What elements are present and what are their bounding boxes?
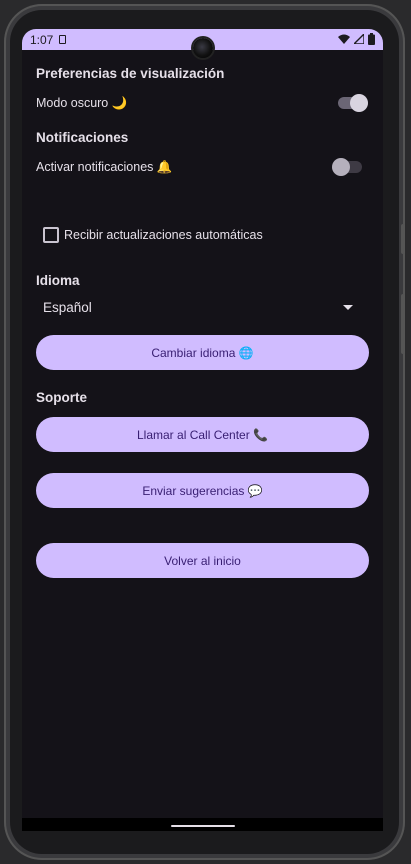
wifi-icon xyxy=(338,34,350,44)
dark-mode-label: Modo oscuro 🌙 xyxy=(36,96,128,110)
signal-icon xyxy=(354,34,364,44)
sim-card-icon xyxy=(59,35,67,44)
chevron-down-icon[interactable] xyxy=(343,305,353,310)
enable-notifications-switch[interactable] xyxy=(332,158,362,176)
switch-thumb xyxy=(350,94,368,112)
status-icons xyxy=(338,33,375,45)
home-gesture-handle[interactable] xyxy=(171,825,235,827)
change-language-button[interactable]: Cambiar idioma 🌐 xyxy=(36,335,369,370)
volume-up-button xyxy=(401,224,405,254)
call-center-button[interactable]: Llamar al Call Center 📞 xyxy=(36,417,369,452)
enable-notifications-label: Activar notificaciones 🔔 xyxy=(36,160,173,174)
support-section-title: Soporte xyxy=(36,390,88,405)
app-screen: 1:07 Preferencias de visualización Modo … xyxy=(22,29,383,831)
auto-updates-label: Recibir actualizaciones automáticas xyxy=(64,228,263,242)
notifications-section-title: Notificaciones xyxy=(36,130,129,145)
navigation-bar xyxy=(22,818,383,831)
power-button xyxy=(401,294,405,354)
back-home-button[interactable]: Volver al inicio xyxy=(36,543,369,578)
switch-thumb xyxy=(332,158,350,176)
status-time: 1:07 xyxy=(30,32,54,47)
dark-mode-switch[interactable] xyxy=(338,94,368,112)
battery-icon xyxy=(368,33,375,45)
send-suggestions-button[interactable]: Enviar sugerencias 💬 xyxy=(36,473,369,508)
auto-updates-checkbox[interactable] xyxy=(43,227,59,243)
display-section-title: Preferencias de visualización xyxy=(36,66,225,81)
front-camera xyxy=(193,38,213,58)
language-dropdown[interactable]: Español xyxy=(43,300,92,315)
language-section-title: Idioma xyxy=(36,273,80,288)
